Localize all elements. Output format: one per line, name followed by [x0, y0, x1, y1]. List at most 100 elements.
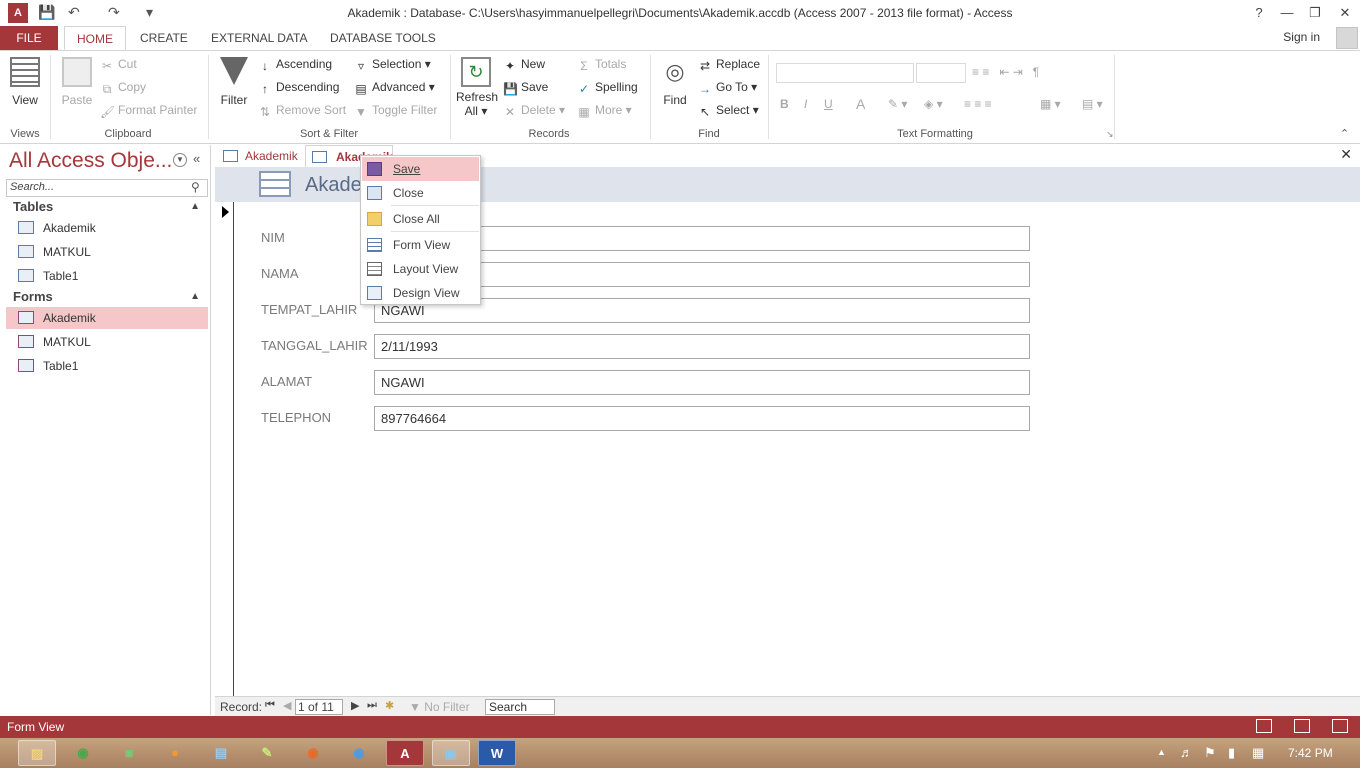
save-record-button[interactable]: 💾 Save [503, 80, 548, 96]
ctx-layout-view[interactable]: Layout View [362, 257, 479, 281]
ascending-button[interactable]: ↓ Ascending [258, 57, 332, 73]
tab-database-tools[interactable]: DATABASE TOOLS [318, 26, 448, 50]
underline-button[interactable]: U [824, 97, 833, 111]
replace-button[interactable]: ⇄ Replace [698, 57, 760, 73]
format-painter-button[interactable]: 🖌 Format Painter [100, 103, 197, 119]
search-icon[interactable]: ⚲ [191, 180, 200, 194]
copy-button[interactable]: ⧉ Copy [100, 80, 146, 96]
nav-item-table-matkul[interactable]: MATKUL [6, 241, 208, 263]
form-view-icon[interactable] [1256, 719, 1272, 733]
italic-button[interactable]: I [804, 97, 807, 111]
tab-home[interactable]: HOME [64, 26, 126, 50]
select-button[interactable]: ↖ Select ▾ [698, 103, 759, 119]
nav-item-table-table1[interactable]: Table1 [6, 265, 208, 287]
bullets-icon[interactable]: ≡ ≡ ⇤ ⇥ ¶ [972, 65, 1039, 79]
field-input-tanggal-lahir[interactable]: 2/11/1993 [374, 334, 1030, 359]
font-color-button[interactable]: A [856, 96, 865, 112]
toggle-filter-button[interactable]: ▼ Toggle Filter [354, 103, 437, 119]
more-button[interactable]: ▦ More ▾ [577, 103, 631, 119]
doc-tab-table-akademik[interactable]: Akademik [215, 145, 301, 167]
new-blank-record-icon[interactable]: ✱ [385, 699, 394, 712]
tab-file[interactable]: FILE [0, 26, 58, 50]
delete-record-button[interactable]: ✕ Delete ▾ [503, 103, 565, 119]
advanced-button[interactable]: ▤ Advanced ▾ [354, 80, 434, 96]
sign-in-link[interactable]: Sign in [1283, 30, 1320, 44]
record-search-input[interactable]: Search [485, 699, 555, 715]
nav-item-form-matkul[interactable]: MATKUL [6, 331, 208, 353]
close-window-button[interactable]: ✕ [1334, 3, 1356, 23]
nav-item-form-table1[interactable]: Table1 [6, 355, 208, 377]
gridlines-icon[interactable]: ▦ ▾ [1040, 97, 1061, 111]
collapse-section-icon[interactable]: ▲ [190, 197, 200, 217]
help-button[interactable]: ? [1248, 3, 1270, 23]
nav-item-table-akademik[interactable]: Akademik [6, 217, 208, 239]
view-button[interactable]: View [10, 57, 40, 107]
close-document-icon[interactable]: ✕ [1340, 146, 1352, 163]
nav-item-form-akademik[interactable]: Akademik [6, 307, 208, 329]
avatar[interactable] [1336, 27, 1358, 49]
field-input-telephon[interactable]: 897764664 [374, 406, 1030, 431]
paste-button[interactable]: Paste [60, 57, 94, 107]
ctx-design-view[interactable]: Design View [362, 281, 479, 305]
tab-external-data[interactable]: EXTERNAL DATA [199, 26, 319, 50]
power-icon[interactable]: ▮ [1228, 745, 1235, 761]
nav-pane-title[interactable]: All Access Obje... [9, 149, 172, 173]
first-record-icon[interactable]: ⏮ [265, 699, 275, 712]
remove-sort-button[interactable]: ⇅ Remove Sort [258, 103, 346, 119]
previous-record-icon[interactable]: ◀ [283, 699, 291, 712]
word-taskbar-icon[interactable]: W [478, 740, 516, 766]
app-document-icon[interactable]: ▤ [202, 740, 240, 766]
nav-search-input[interactable]: Search... [6, 179, 208, 197]
network-icon[interactable]: ▦ [1252, 745, 1264, 761]
collapse-section-icon[interactable]: ▲ [190, 287, 200, 307]
refresh-all-button[interactable]: ↻ Refresh All ▾ [456, 57, 498, 118]
cut-button[interactable]: ✂ Cut [100, 57, 137, 73]
next-record-icon[interactable]: ▶ [351, 699, 359, 712]
totals-button[interactable]: Σ Totals [577, 57, 626, 73]
firefox-icon[interactable]: ◉ [294, 740, 332, 766]
nav-section-tables[interactable]: Tables ▲ [6, 197, 208, 217]
nav-section-forms[interactable]: Forms ▲ [6, 287, 208, 307]
ctx-form-view[interactable]: Form View [362, 233, 479, 257]
app-green-icon[interactable]: ◉ [64, 740, 102, 766]
find-button[interactable]: ◎ Find [660, 57, 690, 107]
photo-viewer-icon[interactable]: ▣ [432, 740, 470, 766]
design-view-icon[interactable] [1332, 719, 1348, 733]
font-name-select[interactable] [776, 63, 914, 83]
app-hao123-icon[interactable]: ▣ [110, 740, 148, 766]
minimize-button[interactable]: — [1276, 3, 1298, 23]
highlight-icon[interactable]: ✎ ▾ [888, 97, 907, 111]
volume-icon[interactable]: ♬ [1180, 745, 1193, 760]
record-selector[interactable] [215, 202, 234, 696]
last-record-icon[interactable]: ⏭ [367, 699, 377, 712]
restore-button[interactable]: ❐ [1304, 3, 1326, 23]
nav-menu-icon[interactable]: ▼ [173, 153, 187, 167]
no-filter-button[interactable]: ▼ No Filter [409, 700, 470, 714]
access-taskbar-icon[interactable]: A [386, 740, 424, 766]
fill-color-icon[interactable]: ◈ ▾ [924, 97, 943, 111]
align-icon[interactable]: ≡ ≡ ≡ [964, 97, 992, 111]
goto-button[interactable]: → Go To ▾ [698, 80, 757, 96]
field-input-alamat[interactable]: NGAWI [374, 370, 1030, 395]
filter-button[interactable]: Filter [218, 57, 250, 107]
selection-button[interactable]: ▿ Selection ▾ [354, 57, 431, 73]
ctx-close[interactable]: Close [362, 181, 479, 205]
ctx-close-all[interactable]: Close All [362, 207, 479, 231]
descending-button[interactable]: ↑ Descending [258, 80, 339, 96]
app-notepad-icon[interactable]: ✎ [248, 740, 286, 766]
layout-view-icon[interactable] [1294, 719, 1310, 733]
bold-button[interactable]: B [780, 97, 789, 111]
alternate-row-color-icon[interactable]: ▤ ▾ [1082, 97, 1103, 111]
dialog-launcher-icon[interactable]: ↘ [1106, 129, 1114, 140]
tab-create[interactable]: CREATE [128, 26, 200, 50]
font-size-select[interactable] [916, 63, 966, 83]
action-center-icon[interactable]: ⚑ [1204, 745, 1216, 761]
show-hidden-icons-icon[interactable]: ▲ [1157, 747, 1166, 757]
spelling-button[interactable]: ✓ Spelling [577, 80, 638, 96]
current-record-input[interactable]: 1 of 11 [295, 699, 343, 715]
collapse-ribbon-icon[interactable]: ⌃ [1340, 127, 1349, 140]
app-orange-icon[interactable]: ● [156, 740, 194, 766]
ctx-save[interactable]: Save [362, 157, 479, 181]
collapse-pane-icon[interactable]: « [193, 151, 200, 166]
taskbar-clock[interactable]: 7:42 PM [1288, 746, 1333, 760]
